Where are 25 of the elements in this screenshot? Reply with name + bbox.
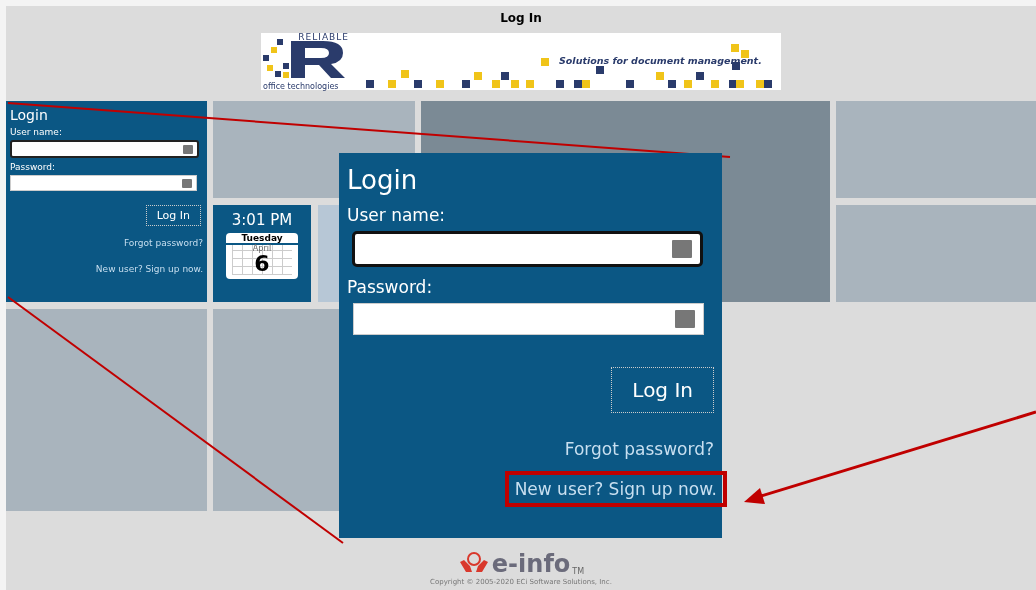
password-field[interactable] [353, 303, 704, 335]
forgot-password-link[interactable]: Forgot password? [564, 439, 714, 459]
e-info-logo: e-info [491, 552, 571, 576]
brand-name: RELIABLE [298, 32, 349, 42]
signup-link[interactable]: New user? Sign up now. [504, 471, 727, 507]
login-heading: Login [347, 165, 419, 195]
page-title: Log In [500, 11, 542, 27]
clock-time: 3:01 PM [231, 211, 293, 229]
calendar-date: 6 [254, 253, 270, 275]
calendar-day: Tuesday [226, 233, 298, 245]
trademark-mark: TM [572, 567, 585, 576]
login-button[interactable]: Log In [611, 367, 714, 413]
password-label: Password: [10, 162, 57, 172]
username-field[interactable] [10, 140, 199, 158]
username-field[interactable] [352, 231, 703, 267]
password-field[interactable] [10, 175, 197, 191]
brand-subtitle: office technologies [263, 82, 339, 91]
username-label: User name: [347, 205, 447, 225]
username-label: User name: [10, 127, 63, 137]
password-label: Password: [347, 277, 434, 297]
calendar-month: April [252, 245, 272, 253]
login-heading: Login [10, 107, 49, 123]
signup-link[interactable]: New user? Sign up now. [95, 264, 203, 274]
forgot-password-link[interactable]: Forgot password? [123, 238, 203, 248]
login-button[interactable]: Log In [145, 205, 201, 226]
